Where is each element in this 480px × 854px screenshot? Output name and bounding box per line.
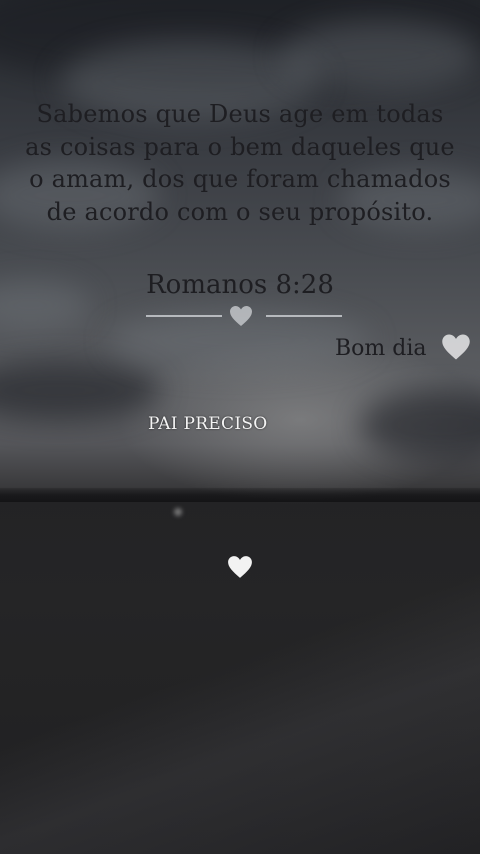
divider-line-left — [146, 315, 222, 317]
road — [0, 560, 480, 854]
heart-icon — [227, 555, 253, 584]
caption-tag: PAI PRECISO — [148, 414, 268, 434]
heart-icon — [441, 333, 471, 366]
cloud — [280, 20, 480, 90]
horizon-treeline — [0, 488, 480, 502]
cloud — [360, 390, 480, 460]
divider — [146, 306, 342, 326]
cloud — [0, 360, 160, 420]
background-photo: Sabemos que Deus age em todas as coisas … — [0, 0, 480, 854]
heart-icon — [228, 305, 254, 332]
verse-reference: Romanos 8:28 — [146, 270, 334, 300]
verse-text: Sabemos que Deus age em todas as coisas … — [25, 100, 455, 226]
greeting-text: Bom dia — [335, 336, 427, 361]
light-spot — [174, 508, 182, 516]
divider-line-right — [266, 315, 342, 317]
